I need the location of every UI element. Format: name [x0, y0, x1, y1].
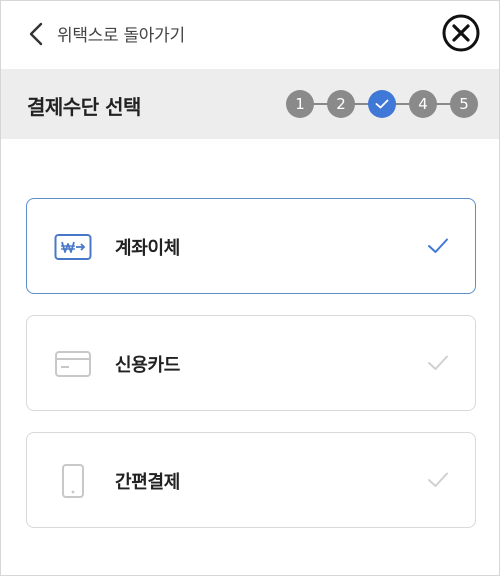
step-4: 4 [409, 90, 437, 118]
smartphone-icon [62, 464, 84, 498]
payment-option-credit-card[interactable]: 신용카드 [26, 315, 476, 411]
payment-option-easy-pay[interactable]: 간편결제 [26, 432, 476, 528]
check-icon [428, 355, 448, 370]
close-button[interactable] [441, 13, 481, 53]
close-icon [442, 14, 480, 52]
payment-option-label: 간편결제 [115, 472, 181, 493]
top-bar: 위택스로 돌아가기 [1, 1, 499, 69]
payment-option-label: 신용카드 [115, 355, 181, 376]
check-icon [428, 472, 448, 487]
back-label: 위택스로 돌아가기 [57, 26, 185, 46]
payment-option-label: 계좌이체 [115, 238, 181, 259]
page-title: 결제수단 선택 [27, 95, 141, 119]
step-indicator: 1 2 4 5 [286, 90, 478, 118]
check-icon [375, 99, 389, 109]
step-1: 1 [286, 90, 314, 118]
chevron-left-icon [29, 22, 43, 45]
credit-card-icon [55, 351, 91, 377]
won-transfer-icon [54, 234, 92, 260]
payment-option-bank-transfer[interactable]: 계좌이체 [26, 198, 476, 294]
check-icon [428, 238, 448, 253]
back-button[interactable]: 위택스로 돌아가기 [29, 21, 185, 46]
step-2: 2 [327, 90, 355, 118]
step-5: 5 [450, 90, 478, 118]
step-3-current [368, 90, 396, 118]
